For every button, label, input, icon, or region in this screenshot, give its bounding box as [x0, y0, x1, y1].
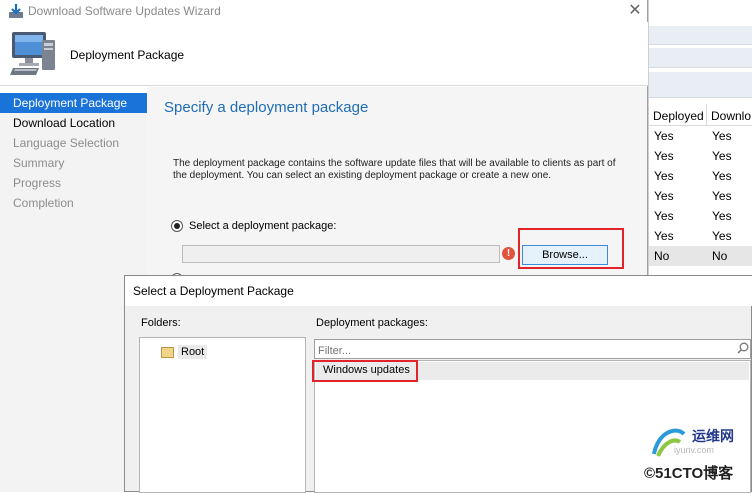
table-cell: Yes — [654, 169, 674, 183]
table-row[interactable]: Yes Yes — [649, 186, 752, 206]
package-path-field — [182, 245, 500, 263]
nav-item-download-location[interactable]: Download Location — [0, 113, 147, 133]
window-title: Download Software Updates Wizard — [28, 4, 221, 18]
watermark-text: iyunv.com — [674, 445, 714, 455]
annotation-highlight-package — [312, 360, 418, 382]
select-existing-radio[interactable] — [171, 220, 183, 232]
content-description: The deployment package contains the soft… — [173, 158, 616, 181]
column-header-downloaded[interactable]: Downlo — [707, 104, 751, 125]
table-cell: Yes — [712, 149, 732, 163]
folder-icon — [161, 346, 174, 358]
title-bar[interactable]: Download Software Updates Wizard ✕ — [0, 0, 648, 22]
table-row[interactable]: Yes Yes — [649, 166, 752, 186]
table-cell: Yes — [654, 189, 674, 203]
nav-item-progress: Progress — [13, 176, 62, 190]
table-cell: Yes — [712, 189, 732, 203]
nav-item-summary: Summary — [13, 156, 65, 170]
table-cell: Yes — [712, 229, 732, 243]
error-icon: ! — [502, 247, 515, 260]
page-title: Deployment Package — [70, 48, 185, 62]
content-heading: Specify a deployment package — [164, 99, 369, 116]
table-row[interactable]: No No — [649, 246, 752, 266]
table-row[interactable]: Yes Yes — [649, 126, 752, 146]
table-cell: Yes — [712, 169, 732, 183]
watermark: 运维网 iyunv.com ©51CTO博客 — [640, 418, 752, 492]
table-cell: No — [654, 249, 670, 263]
nav-item-deployment-package[interactable]: Deployment Package — [0, 93, 147, 113]
nav-item-completion: Completion — [13, 196, 74, 210]
table-row[interactable]: Yes Yes — [649, 146, 752, 166]
select-existing-option[interactable]: Select a deployment package: — [171, 220, 336, 232]
folders-label: Folders: — [141, 317, 181, 329]
table-cell: No — [712, 249, 728, 263]
close-button[interactable]: ✕ — [624, 1, 646, 21]
nav-item-language-selection: Language Selection — [13, 136, 120, 150]
watermark-text: ©51CTO博客 — [644, 465, 734, 482]
background-table-header: Deployed Downlo — [649, 104, 752, 126]
computer-icon — [10, 32, 55, 75]
table-row[interactable]: Yes Yes — [649, 206, 752, 226]
folder-tree[interactable]: Root — [139, 337, 306, 493]
table-cell: Yes — [654, 129, 674, 143]
background-bar — [649, 48, 752, 68]
table-row[interactable]: Yes Yes — [649, 226, 752, 246]
table-cell: Yes — [712, 129, 732, 143]
dialog-title[interactable]: Select a Deployment Package — [125, 276, 752, 306]
table-cell: Yes — [712, 209, 732, 223]
background-bar — [649, 26, 752, 45]
table-cell: Yes — [654, 149, 674, 163]
background-bar — [649, 72, 752, 98]
filter-input[interactable] — [314, 339, 751, 359]
watermark-text: 运维网 — [692, 428, 734, 444]
column-header-deployed[interactable]: Deployed — [649, 104, 707, 125]
select-existing-label: Select a deployment package: — [189, 220, 337, 232]
wizard-header: Deployment Package — [0, 22, 648, 86]
packages-label: Deployment packages: — [316, 317, 428, 329]
close-icon: ✕ — [628, 2, 642, 19]
watermark-logo-icon — [652, 428, 686, 457]
tree-item-label: Root — [178, 345, 208, 359]
search-icon[interactable] — [737, 342, 749, 354]
table-cell: Yes — [654, 209, 674, 223]
background-table: Deployed Downlo Yes Yes Yes Yes Yes Yes … — [649, 104, 752, 266]
browse-button[interactable]: Browse... — [522, 245, 608, 265]
tree-item-root[interactable]: Root — [161, 345, 208, 359]
download-wizard-icon — [9, 4, 23, 18]
table-cell: Yes — [654, 229, 674, 243]
